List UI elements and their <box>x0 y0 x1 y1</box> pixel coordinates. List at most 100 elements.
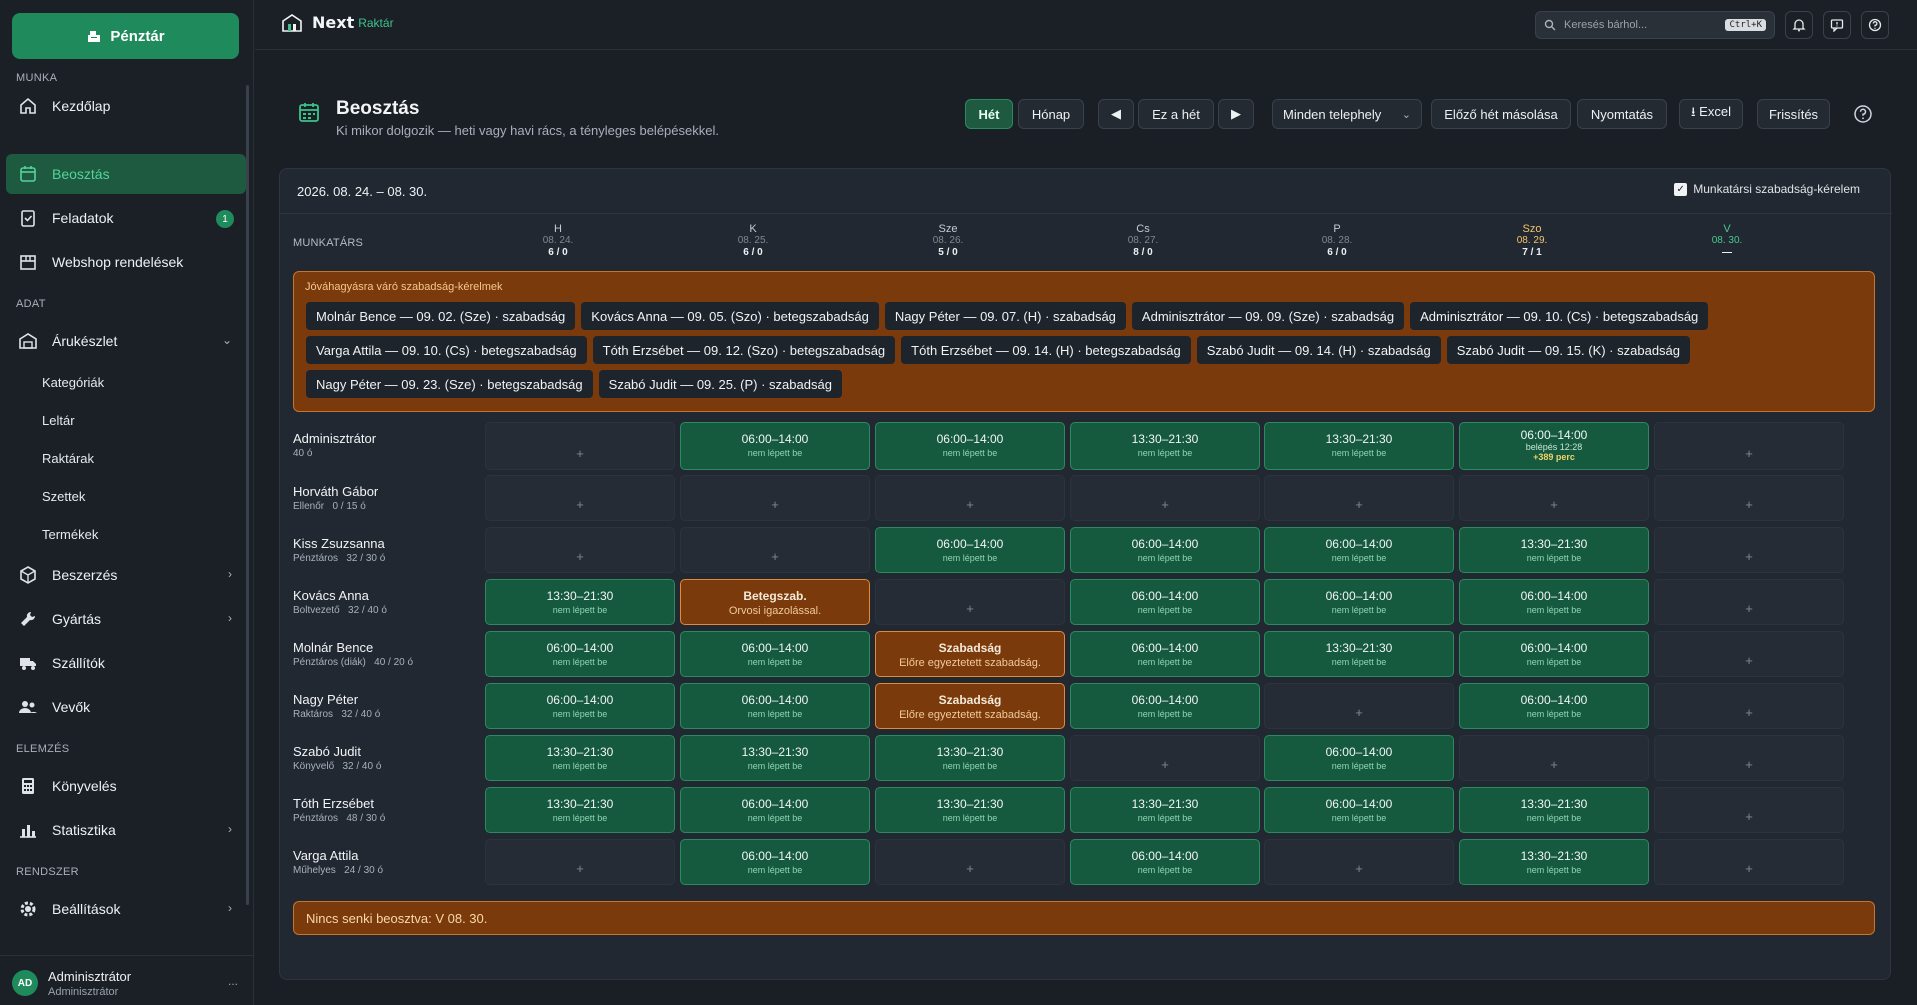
checkbox-checked-icon[interactable]: ✓ <box>1674 182 1688 196</box>
shift-cell[interactable]: 13:30–21:30 nem lépett be <box>485 579 675 625</box>
shift-cell[interactable]: 06:00–14:00 nem lépett be <box>1070 683 1260 729</box>
sidebar-item-inventory[interactable]: Árukészlet ⌄ <box>6 321 246 361</box>
sidebar-scrollbar[interactable] <box>246 85 249 905</box>
prev-week-button[interactable]: ◀ <box>1098 99 1134 129</box>
shift-cell[interactable]: 06:00–14:00 belépés 12:28 +389 perc <box>1459 422 1649 470</box>
add-shift-cell[interactable]: + <box>1264 683 1454 729</box>
global-search[interactable]: Ctrl+K <box>1535 11 1775 39</box>
add-shift-cell[interactable]: + <box>1654 839 1844 885</box>
add-shift-cell[interactable]: + <box>485 475 675 521</box>
shift-cell[interactable]: 13:30–21:30 nem lépett be <box>1459 787 1649 833</box>
more-icon[interactable]: ... <box>228 974 238 988</box>
sidebar-item-suppliers[interactable]: Szállítók <box>6 643 246 683</box>
copy-prev-week-button[interactable]: Előző hét másolása <box>1431 99 1571 129</box>
leave-request-chip[interactable]: Nagy Péter — 09. 23. (Sze) · betegszabad… <box>306 370 593 398</box>
sidebar-item-purchasing[interactable]: Beszerzés › <box>6 555 246 595</box>
employee-label[interactable]: Adminisztrátor 40 ó <box>293 431 493 459</box>
employee-label[interactable]: Kiss Zsuzsanna Pénztáros 32 / 30 ó <box>293 536 493 564</box>
employee-label[interactable]: Horváth Gábor Ellenőr 0 / 15 ó <box>293 484 493 512</box>
shift-cell[interactable]: 06:00–14:00 nem lépett be <box>1459 631 1649 677</box>
next-week-button[interactable]: ▶ <box>1218 99 1254 129</box>
add-shift-cell[interactable]: + <box>680 475 870 521</box>
shift-cell[interactable]: 13:30–21:30 nem lépett be <box>485 735 675 781</box>
shift-cell[interactable]: 06:00–14:00 nem lépett be <box>875 422 1065 470</box>
sidebar-item-warehouses[interactable]: Raktárak <box>42 451 94 466</box>
add-shift-cell[interactable]: + <box>1654 631 1844 677</box>
sidebar-item-tasks[interactable]: Feladatok 1 <box>6 198 246 238</box>
location-select[interactable]: Minden telephely ⌄ <box>1272 99 1422 129</box>
sidebar-item-stocktake[interactable]: Leltár <box>42 413 75 428</box>
shift-cell[interactable]: 06:00–14:00 nem lépett be <box>875 527 1065 573</box>
sidebar-item-schedule[interactable]: Beosztás <box>6 154 246 194</box>
shift-cell[interactable]: 13:30–21:30 nem lépett be <box>485 787 675 833</box>
employee-label[interactable]: Varga Attila Műhelyes 24 / 30 ó <box>293 848 493 876</box>
add-shift-cell[interactable]: + <box>875 475 1065 521</box>
sidebar-item-products[interactable]: Termékek <box>42 527 98 542</box>
add-shift-cell[interactable]: + <box>485 422 675 470</box>
user-menu[interactable]: AD Adminisztrátor Adminisztrátor ... <box>0 955 254 1005</box>
leave-request-chip[interactable]: Adminisztrátor — 09. 09. (Sze) · szabads… <box>1131 302 1405 330</box>
shift-cell[interactable]: 06:00–14:00 nem lépett be <box>485 631 675 677</box>
shift-cell[interactable]: 06:00–14:00 nem lépett be <box>1264 527 1454 573</box>
leave-request-chip[interactable]: Szabó Judit — 09. 15. (K) · szabadság <box>1446 336 1691 364</box>
shift-cell[interactable]: 13:30–21:30 nem lépett be <box>1459 839 1649 885</box>
sidebar-item-statistics[interactable]: Statisztika › <box>6 810 246 850</box>
print-button[interactable]: Nyomtatás <box>1577 99 1667 129</box>
leave-request-chip[interactable]: Tóth Erzsébet — 09. 12. (Szo) · betegsza… <box>592 336 896 364</box>
sidebar-item-customers[interactable]: Vevők <box>6 687 246 727</box>
sidebar-item-production[interactable]: Gyártás › <box>6 599 246 639</box>
week-view-button[interactable]: Hét <box>965 99 1013 129</box>
employee-label[interactable]: Tóth Erzsébet Pénztáros 48 / 30 ó <box>293 796 493 824</box>
leave-request-chip[interactable]: Nagy Péter — 09. 07. (H) · szabadság <box>884 302 1126 330</box>
add-shift-cell[interactable]: + <box>1654 422 1844 470</box>
add-shift-cell[interactable]: + <box>1654 683 1844 729</box>
employee-label[interactable]: Szabó Judit Könyvelő 32 / 40 ó <box>293 744 493 772</box>
add-shift-cell[interactable]: + <box>1654 735 1844 781</box>
add-shift-cell[interactable]: + <box>875 579 1065 625</box>
sidebar-item-accounting[interactable]: Könyvelés <box>6 766 246 806</box>
add-shift-cell[interactable]: + <box>1070 735 1260 781</box>
add-shift-cell[interactable]: + <box>1264 475 1454 521</box>
shift-cell[interactable]: 13:30–21:30 nem lépett be <box>1264 631 1454 677</box>
leave-request-chip[interactable]: Varga Attila — 09. 10. (Cs) · betegszaba… <box>306 336 587 364</box>
shift-cell[interactable]: 06:00–14:00 nem lépett be <box>680 787 870 833</box>
sidebar-item-settings[interactable]: Beállítások › <box>6 889 246 929</box>
shift-cell[interactable]: 06:00–14:00 nem lépett be <box>680 422 870 470</box>
leave-request-chip[interactable]: Tóth Erzsébet — 09. 14. (H) · betegszaba… <box>901 336 1191 364</box>
employee-label[interactable]: Molnár Bence Pénztáros (diák) 40 / 20 ó <box>293 640 493 668</box>
shift-cell[interactable]: 13:30–21:30 nem lépett be <box>1070 787 1260 833</box>
help-circle-icon[interactable] <box>1853 104 1873 124</box>
shift-cell[interactable]: 13:30–21:30 nem lépett be <box>1070 422 1260 470</box>
add-shift-cell[interactable]: + <box>1459 475 1649 521</box>
add-shift-cell[interactable]: + <box>1654 787 1844 833</box>
add-shift-cell[interactable]: + <box>680 527 870 573</box>
search-input[interactable] <box>1564 19 1704 31</box>
this-week-button[interactable]: Ez a hét <box>1138 99 1214 129</box>
add-shift-cell[interactable]: + <box>1070 475 1260 521</box>
help-button[interactable] <box>1861 11 1889 39</box>
shift-cell[interactable]: 06:00–14:00 nem lépett be <box>1070 527 1260 573</box>
shift-cell[interactable]: 06:00–14:00 nem lépett be <box>680 683 870 729</box>
employee-label[interactable]: Nagy Péter Raktáros 32 / 40 ó <box>293 692 493 720</box>
shift-cell[interactable]: 13:30–21:30 nem lépett be <box>680 735 870 781</box>
add-shift-cell[interactable]: + <box>1654 475 1844 521</box>
shift-cell[interactable]: 13:30–21:30 nem lépett be <box>875 735 1065 781</box>
sidebar-item-webshop[interactable]: Webshop rendelések <box>6 242 246 282</box>
shift-cell[interactable]: 06:00–14:00 nem lépett be <box>1070 839 1260 885</box>
notifications-button[interactable] <box>1785 11 1813 39</box>
app-logo[interactable]: Next Raktár <box>282 13 394 32</box>
leave-cell[interactable]: Betegszab. Orvosi igazolással. <box>680 579 870 625</box>
shift-cell[interactable]: 06:00–14:00 nem lépett be <box>1264 579 1454 625</box>
shift-cell[interactable]: 13:30–21:30 nem lépett be <box>875 787 1065 833</box>
add-shift-cell[interactable]: + <box>875 839 1065 885</box>
shift-cell[interactable]: 06:00–14:00 nem lépett be <box>1264 787 1454 833</box>
shift-cell[interactable]: 06:00–14:00 nem lépett be <box>680 839 870 885</box>
leave-cell[interactable]: Szabadság Előre egyeztetett szabadság. <box>875 683 1065 729</box>
leave-request-chip[interactable]: Adminisztrátor — 09. 10. (Cs) · betegsza… <box>1410 302 1709 330</box>
leave-request-chip[interactable]: Molnár Bence — 09. 02. (Sze) · szabadság <box>306 302 576 330</box>
shift-cell[interactable]: 06:00–14:00 nem lépett be <box>1459 683 1649 729</box>
pos-button[interactable]: Pénztár <box>12 13 239 59</box>
shift-cell[interactable]: 13:30–21:30 nem lépett be <box>1459 527 1649 573</box>
add-shift-cell[interactable]: + <box>1654 527 1844 573</box>
sidebar-item-home[interactable]: Kezdőlap <box>6 86 246 126</box>
